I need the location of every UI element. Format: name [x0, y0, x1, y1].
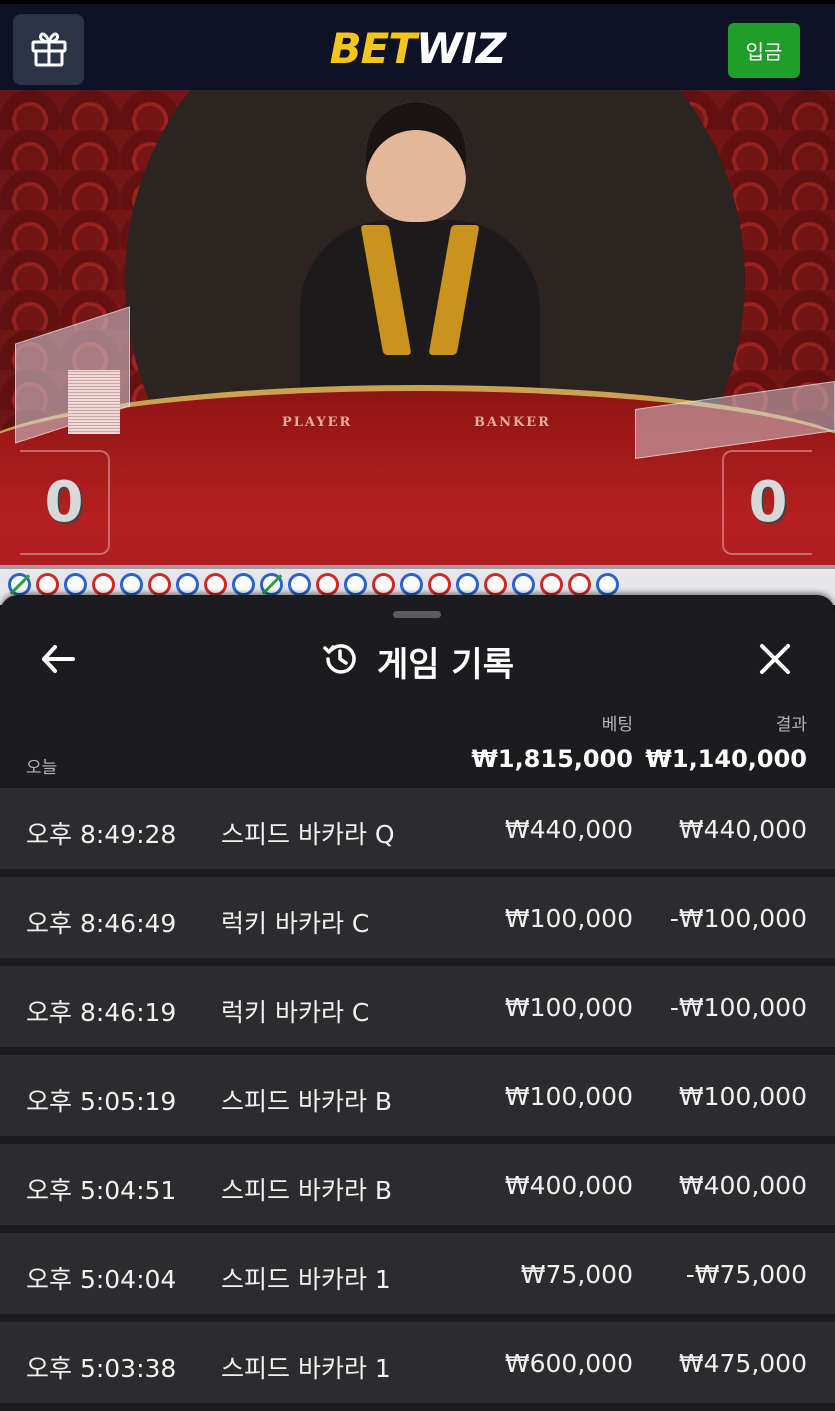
row-result: -₩75,000 [685, 1260, 807, 1289]
player-score: 0 [20, 450, 110, 555]
top-bar: BETWIZ 입금 [0, 0, 835, 90]
row-result: -₩100,000 [669, 904, 807, 933]
row-time: 오후 5:05:19 [26, 1087, 177, 1116]
column-header-bet: 베팅 [601, 715, 633, 735]
road-dot-player [64, 573, 87, 596]
logo-bet: BET [329, 24, 417, 73]
road-dot-player [232, 573, 255, 596]
road-dot-banker [316, 573, 339, 596]
row-time: 오후 8:46:49 [26, 909, 177, 938]
column-header-result: 결과 [775, 715, 807, 735]
history-row[interactable]: 오후 8:46:19 럭키 바카라 C ₩100,000 -₩100,000 [0, 966, 835, 1047]
history-row[interactable]: 오후 5:03:38 스피드 바카라 1 ₩600,000 ₩475,000 [0, 1322, 835, 1403]
history-list: 오후 8:49:28 스피드 바카라 Q ₩440,000 ₩440,000 오… [0, 788, 835, 1411]
history-row[interactable]: 오후 8:49:28 스피드 바카라 Q ₩440,000 ₩440,000 [0, 788, 835, 869]
history-row[interactable]: 오후 8:46:49 럭키 바카라 C ₩100,000 -₩100,000 [0, 877, 835, 958]
road-dot-banker [540, 573, 563, 596]
road-dot-banker [568, 573, 591, 596]
sheet-header: 게임 기록 [0, 639, 835, 685]
row-game: 럭키 바카라 C [221, 998, 370, 1027]
row-time: 오후 5:04:51 [26, 1176, 177, 1205]
dealer-head [366, 102, 466, 222]
row-bet: ₩75,000 [520, 1260, 633, 1289]
history-row[interactable]: 오후 5:05:19 스피드 바카라 B ₩100,000 ₩100,000 [0, 1055, 835, 1136]
row-game: 스피드 바카라 1 [221, 1354, 391, 1383]
bead-road-track [8, 573, 619, 596]
game-history-sheet: 게임 기록 베팅 결과 오늘 ₩1,815,000 ₩1,140,000 오후 … [0, 595, 835, 1409]
row-game: 스피드 바카라 1 [221, 1265, 391, 1294]
card-stack [68, 370, 120, 434]
road-dot-player [400, 573, 423, 596]
row-result: ₩400,000 [678, 1171, 807, 1200]
road-dot-banker [148, 573, 171, 596]
row-result: ₩100,000 [678, 1082, 807, 1111]
road-dot-banker [372, 573, 395, 596]
road-dot-player [344, 573, 367, 596]
row-bet: ₩600,000 [504, 1349, 633, 1378]
road-dot-player [456, 573, 479, 596]
drag-handle[interactable] [393, 611, 441, 618]
betwiz-logo[interactable]: BETWIZ [0, 24, 835, 73]
row-game: 스피드 바카라 Q [221, 820, 395, 849]
row-result: ₩475,000 [678, 1349, 807, 1378]
history-row[interactable]: 오후 5:04:51 스피드 바카라 B ₩400,000 ₩400,000 [0, 1144, 835, 1225]
road-dot-banker [428, 573, 451, 596]
close-button[interactable] [753, 639, 797, 683]
road-dot-tie [8, 573, 31, 596]
history-icon [321, 640, 359, 682]
total-result: ₩1,140,000 [645, 745, 807, 773]
sheet-title: 게임 기록 [377, 644, 514, 685]
row-bet: ₩100,000 [504, 904, 633, 933]
road-dot-banker [92, 573, 115, 596]
banker-score: 0 [722, 450, 812, 555]
row-bet: ₩100,000 [504, 993, 633, 1022]
history-row[interactable]: 오후 5:04:04 스피드 바카라 1 ₩75,000 -₩75,000 [0, 1233, 835, 1314]
row-result: ₩440,000 [678, 815, 807, 844]
row-bet: ₩100,000 [504, 1082, 633, 1111]
logo-wiz: WIZ [415, 24, 506, 73]
road-dot-player [596, 573, 619, 596]
row-result: -₩100,000 [669, 993, 807, 1022]
road-dot-banker [484, 573, 507, 596]
row-bet: ₩440,000 [504, 815, 633, 844]
row-game: 스피드 바카라 B [221, 1176, 393, 1205]
road-dot-tie [260, 573, 283, 596]
close-icon [759, 643, 791, 679]
road-dot-player [120, 573, 143, 596]
row-game: 스피드 바카라 B [221, 1087, 393, 1116]
road-dot-banker [36, 573, 59, 596]
row-time: 오후 5:04:04 [26, 1265, 177, 1294]
row-game: 럭키 바카라 C [221, 909, 370, 938]
road-dot-player [176, 573, 199, 596]
row-time: 오후 8:46:19 [26, 998, 177, 1027]
live-video[interactable]: PLAYER BANKER 0 0 [0, 90, 835, 565]
total-bet: ₩1,815,000 [471, 745, 633, 773]
banker-label: BANKER [474, 415, 551, 430]
road-dot-player [288, 573, 311, 596]
road-dot-banker [204, 573, 227, 596]
row-time: 오후 8:49:28 [26, 820, 177, 849]
row-time: 오후 5:03:38 [26, 1354, 177, 1383]
player-label: PLAYER [282, 415, 353, 430]
road-dot-player [512, 573, 535, 596]
row-bet: ₩400,000 [504, 1171, 633, 1200]
date-group-label: 오늘 [26, 758, 58, 778]
deposit-button[interactable]: 입금 [728, 23, 800, 78]
